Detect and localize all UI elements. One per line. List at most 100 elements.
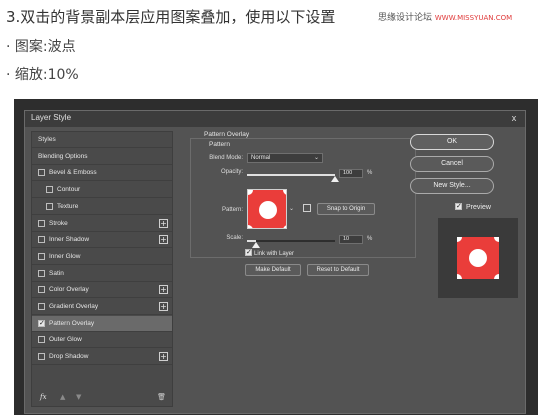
style-item-contour[interactable]: Contour — [32, 182, 172, 199]
style-item-label: Inner Glow — [49, 252, 81, 260]
style-item-drop-shadow[interactable]: Drop Shadow + — [32, 349, 172, 366]
style-item-label: Contour — [57, 186, 81, 194]
preview-checkbox[interactable] — [455, 202, 462, 210]
blend-mode-value: Normal — [251, 155, 271, 161]
fx-icon[interactable]: fx — [40, 393, 47, 401]
opacity-slider-fill — [247, 174, 335, 176]
style-item-inner-shadow[interactable]: Inner Shadow + — [32, 232, 172, 249]
style-item-pattern-overlay[interactable]: Pattern Overlay — [32, 315, 172, 332]
cancel-button[interactable]: Cancel — [410, 156, 494, 172]
blend-mode-select[interactable]: Normal ⌄ — [247, 153, 323, 163]
pattern-dot — [248, 190, 253, 195]
styles-footer: fx ▲ ▼ 🗑 — [32, 390, 172, 406]
style-checkbox[interactable] — [38, 269, 45, 277]
scale-label: Scale: — [226, 235, 243, 241]
style-item-label: Styles — [38, 136, 56, 143]
add-effect-icon[interactable]: + — [159, 218, 168, 228]
style-item-outer-glow[interactable]: Outer Glow — [32, 332, 172, 349]
style-checkbox[interactable] — [38, 303, 45, 310]
style-item-blending-options[interactable]: Blending Options — [32, 149, 172, 165]
dialog-title: Layer Style — [31, 113, 72, 122]
group-title: Pattern Overlay — [204, 131, 250, 138]
watermark-text: 思缘设计论坛 — [378, 13, 433, 23]
ok-button[interactable]: OK — [410, 134, 494, 150]
style-item-texture[interactable]: Texture — [32, 199, 172, 215]
preview-dot — [494, 237, 499, 242]
style-checkbox[interactable] — [38, 252, 45, 260]
add-effect-icon[interactable]: + — [159, 302, 168, 311]
scale-input[interactable]: 10 — [339, 235, 363, 244]
new-preset-icon[interactable] — [303, 204, 311, 212]
watermark-url: WWW.MISSYUAN.COM — [434, 14, 513, 22]
new-style-button[interactable]: New Style... — [410, 178, 494, 194]
style-item-label: Color Overlay — [49, 286, 89, 294]
preview-dot — [494, 274, 499, 279]
preview-toggle[interactable]: Preview — [455, 202, 491, 211]
step-title: 3.双击的背景副本层应用图案叠加，使用以下设置 — [6, 8, 336, 26]
style-checkbox[interactable] — [38, 219, 45, 227]
pattern-picker-chevron-icon[interactable]: ⌄ — [289, 205, 294, 212]
make-default-button[interactable]: Make Default — [245, 264, 301, 276]
style-item-label: Outer Glow — [49, 336, 82, 344]
style-item-label: Texture — [57, 202, 79, 210]
link-with-layer-checkbox[interactable] — [245, 248, 252, 256]
style-item-styles[interactable]: Styles — [32, 132, 172, 148]
preview-swatch — [457, 237, 499, 279]
styles-list: Styles Blending Options Bevel & Emboss Cont… — [31, 131, 173, 407]
style-checkbox[interactable] — [38, 353, 45, 361]
preview-dot — [457, 274, 462, 279]
reset-to-default-button[interactable]: Reset to Default — [307, 264, 369, 276]
pattern-swatch[interactable] — [247, 189, 287, 229]
pattern-dot — [259, 201, 277, 219]
scale-slider[interactable] — [247, 240, 335, 242]
bullet-pattern: · 图案:波点 — [6, 39, 76, 55]
opacity-slider[interactable] — [247, 174, 335, 176]
watermark: 思缘设计论坛 WWW.MISSYUAN.COM — [378, 10, 512, 23]
blend-mode-label: Blend Mode: — [209, 155, 243, 161]
style-item-label: Inner Shadow — [49, 236, 90, 244]
style-item-gradient-overlay[interactable]: Gradient Overlay + — [32, 299, 172, 315]
style-item-satin[interactable]: Satin — [32, 266, 172, 282]
add-effect-icon[interactable]: + — [159, 285, 168, 295]
style-checkbox[interactable] — [46, 186, 53, 194]
dialog-titlebar[interactable]: Layer Style x — [25, 111, 525, 127]
add-effect-icon[interactable]: + — [159, 352, 168, 362]
opacity-unit: % — [367, 170, 373, 176]
scale-unit: % — [367, 236, 373, 242]
style-checkbox[interactable] — [38, 319, 45, 327]
preview-box — [438, 218, 518, 298]
close-icon[interactable]: x — [507, 113, 521, 124]
style-item-label: Pattern Overlay — [49, 319, 95, 327]
preview-label: Preview — [466, 204, 491, 211]
style-item-label: Drop Shadow — [49, 353, 89, 361]
style-checkbox[interactable] — [38, 286, 45, 294]
style-checkbox[interactable] — [38, 236, 45, 244]
style-item-bevel-emboss[interactable]: Bevel & Emboss — [32, 165, 172, 182]
preview-dot — [469, 249, 487, 267]
style-item-color-overlay[interactable]: Color Overlay + — [32, 282, 172, 299]
link-with-layer-label: Link with Layer — [254, 251, 295, 257]
chevron-down-icon: ⌄ — [313, 155, 319, 161]
style-item-inner-glow[interactable]: Inner Glow — [32, 249, 172, 265]
pattern-dot — [283, 225, 286, 228]
style-checkbox[interactable] — [38, 336, 45, 344]
style-item-label: Satin — [49, 269, 64, 277]
pattern-overlay-panel: Pattern Overlay Pattern Blend Mode: Norm… — [181, 131, 419, 407]
add-effect-icon[interactable]: + — [159, 235, 168, 245]
snap-to-origin-button[interactable]: Snap to Origin — [317, 203, 375, 215]
style-item-label: Bevel & Emboss — [49, 169, 97, 177]
style-checkbox[interactable] — [38, 169, 45, 177]
bullet-scale: · 缩放:10% — [6, 67, 79, 83]
style-item-stroke[interactable]: Stroke + — [32, 216, 172, 232]
opacity-label: Opacity: — [220, 169, 243, 175]
opacity-input[interactable]: 100 — [339, 169, 363, 178]
style-item-label: Blending Options — [38, 152, 88, 160]
sub-title: Pattern — [209, 141, 230, 148]
style-item-label: Stroke — [49, 219, 68, 227]
move-up-icon[interactable]: ▲ — [60, 393, 65, 401]
trash-icon[interactable]: 🗑 — [157, 393, 166, 401]
style-checkbox[interactable] — [46, 202, 53, 210]
move-down-icon[interactable]: ▼ — [76, 393, 81, 401]
link-with-layer[interactable]: Link with Layer — [245, 248, 294, 257]
opacity-slider-thumb[interactable] — [331, 176, 339, 182]
